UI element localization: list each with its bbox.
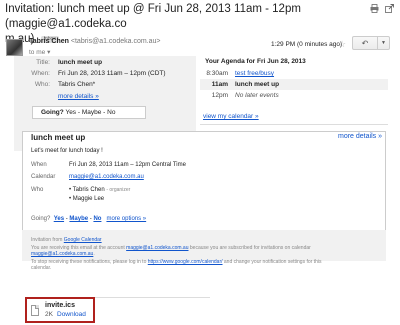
summary-when-value: Fri Jun 28, 2013 11am – 12pm (CDT) xyxy=(58,70,166,77)
rsvp-summary-box: Going? Yes - Maybe - No xyxy=(32,106,146,119)
invitation-description: Let's meet for lunch today ! xyxy=(31,148,103,154)
footer-unsubscribe-line: To stop receiving these notifications, p… xyxy=(31,259,322,265)
attachment-download-link[interactable]: Download xyxy=(57,311,86,318)
rsvp-maybe-link[interactable]: Maybe xyxy=(69,216,88,222)
google-calendar-link[interactable]: Google Calendar xyxy=(64,237,102,243)
reply-button-group: ↶ ▼ xyxy=(352,36,390,50)
invitation-calendar-link[interactable]: maggie@a1.codeka.com.au xyxy=(69,174,144,180)
agenda-row-current: 11am lunch meet up xyxy=(200,79,388,90)
invitation-who-label: Who xyxy=(31,187,44,193)
more-options-link[interactable]: more options » xyxy=(106,216,146,222)
attachment-filename[interactable]: invite.ics xyxy=(45,302,75,309)
print-icon[interactable] xyxy=(370,4,379,13)
rsvp-separator: - xyxy=(89,216,92,222)
rsvp-separator: - xyxy=(65,216,68,222)
invitation-more-details-link[interactable]: more details » xyxy=(338,133,382,140)
sender-name[interactable]: Tabris Chen xyxy=(29,38,69,45)
footer-calendar-link[interactable]: maggie@a1.codeka.com.au xyxy=(31,251,93,257)
agenda-divider xyxy=(200,124,388,125)
invitation-title: lunch meet up xyxy=(31,133,86,142)
agenda-row-event-link[interactable]: test free/busy xyxy=(235,68,274,79)
summary-title-value: lunch meet up xyxy=(58,59,103,66)
sender-line: Tabris Chen <tabris@a1.codeka.com.au> xyxy=(29,38,161,45)
new-window-icon[interactable] xyxy=(385,4,394,13)
recipients-label: to me xyxy=(29,49,46,56)
organizer-tag: - organizer xyxy=(106,187,131,193)
footer-from-line: Invitation from Google Calendar xyxy=(31,237,102,243)
summary-when-label: When: xyxy=(31,70,50,77)
subject-line-1: Invitation: lunch meet up @ Fri Jun 28, … xyxy=(5,3,301,30)
file-icon xyxy=(31,305,39,316)
message-timestamp: 1:29 PM (0 minutes ago) xyxy=(271,41,343,48)
recipients-toggle[interactable]: to me ▾ xyxy=(29,48,50,56)
summary-title-label: Title: xyxy=(36,59,50,66)
reply-icon[interactable]: ↶ xyxy=(353,39,377,48)
sender-avatar xyxy=(6,39,23,56)
view-my-calendar-link[interactable]: view my calendar » xyxy=(203,113,259,120)
agenda-row-time: 11am xyxy=(211,81,228,88)
invitation-when-label: When xyxy=(31,162,47,168)
agenda-row: 12pm No later events xyxy=(200,90,388,101)
invitation-when-value: Fri Jun 28, 2013 11am – 12pm Central Tim… xyxy=(69,162,186,168)
attendee-item: Maggie Lee xyxy=(69,196,130,202)
footer-account-link[interactable]: maggie@a1.codeka.com.au xyxy=(126,245,188,251)
google-calendar-url-link[interactable]: https://www.google.com/calendar/ xyxy=(148,259,223,265)
rsvp-going-label: Going? xyxy=(41,109,64,116)
summary-who-label: Who: xyxy=(34,81,50,88)
agenda-row-time: 12pm xyxy=(211,92,228,99)
attendee-name: Tabris Chen xyxy=(72,187,105,193)
attendee-list: Tabris Chen - organizer Maggie Lee xyxy=(69,187,131,202)
agenda-row-event: lunch meet up xyxy=(235,81,280,88)
star-icon[interactable]: ☆ xyxy=(338,39,346,50)
rsvp-going-label: Going? xyxy=(31,216,51,222)
footer-calendar-line: maggie@a1.codeka.com.au. xyxy=(31,251,95,257)
footer-last-line: calendar. xyxy=(31,265,52,271)
summary-more-details-link[interactable]: more details » xyxy=(58,93,99,100)
agenda-title: Your Agenda for Fri Jun 28, 2013 xyxy=(205,58,306,65)
invitation-calendar-label: Calendar xyxy=(31,174,56,180)
agenda-row-time: 8:30am xyxy=(206,70,228,77)
rsvp-no-link[interactable]: No xyxy=(93,216,101,222)
attendee-item: Tabris Chen - organizer xyxy=(69,187,131,193)
summary-who-value: Tabris Chen* xyxy=(58,81,96,88)
attachment-size: 2K xyxy=(45,311,53,318)
attendee-name: Maggie Lee xyxy=(72,196,105,202)
sender-email: <tabris@a1.codeka.com.au> xyxy=(70,38,161,45)
rsvp-options[interactable]: Yes - Maybe - No xyxy=(65,109,115,116)
more-actions-dropdown-icon[interactable]: ▼ xyxy=(377,37,389,49)
top-toolbar xyxy=(370,4,394,13)
agenda-row: 8:30am test free/busy xyxy=(200,68,388,79)
recipients-chevron-icon: ▾ xyxy=(47,49,51,56)
rsvp-yes-link[interactable]: Yes xyxy=(54,216,64,222)
rsvp-row: Going? Yes - Maybe - No more options » xyxy=(31,216,146,222)
agenda-row-event: No later events xyxy=(235,92,279,99)
